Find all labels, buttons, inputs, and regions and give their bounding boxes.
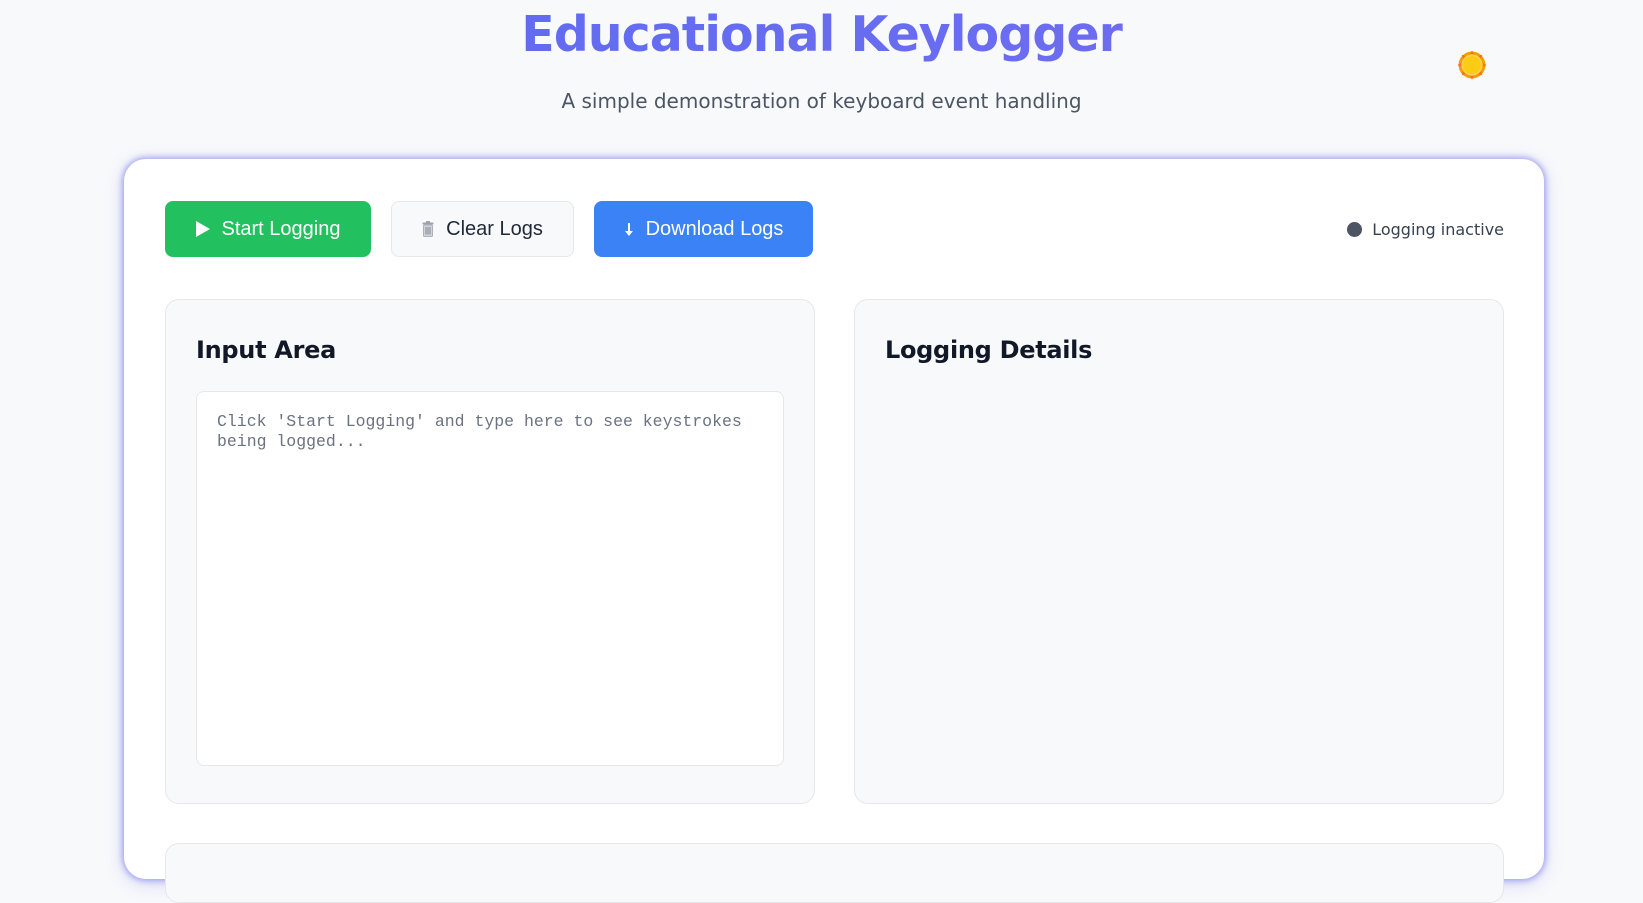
page-title: Educational Keylogger (0, 6, 1643, 63)
start-logging-label: Start Logging (221, 217, 341, 240)
sun-icon (1457, 50, 1487, 80)
download-arrow-icon (624, 223, 633, 236)
page-subtitle: A simple demonstration of keyboard event… (561, 89, 1082, 113)
input-area-panel: Input Area (165, 299, 815, 804)
start-logging-button[interactable]: Start Logging (165, 201, 371, 257)
logging-details-title: Logging Details (885, 336, 1093, 364)
trash-icon (422, 221, 434, 237)
logging-details-panel: Logging Details (854, 299, 1504, 804)
download-logs-label: Download Logs (645, 217, 784, 240)
clear-logs-label: Clear Logs (446, 217, 543, 240)
bottom-panel (165, 843, 1504, 903)
play-icon (195, 221, 210, 237)
main-card: Start Logging Clear Logs Download Logs L… (124, 159, 1544, 903)
clear-logs-button[interactable]: Clear Logs (391, 201, 574, 257)
status-dot-icon (1347, 221, 1363, 237)
logging-status: Logging inactive (1347, 215, 1504, 243)
input-area-title: Input Area (196, 336, 336, 364)
download-logs-button[interactable]: Download Logs (594, 201, 813, 257)
theme-toggle-button[interactable] (1457, 50, 1487, 80)
status-text: Logging inactive (1372, 219, 1504, 239)
keystroke-input[interactable] (196, 391, 784, 766)
